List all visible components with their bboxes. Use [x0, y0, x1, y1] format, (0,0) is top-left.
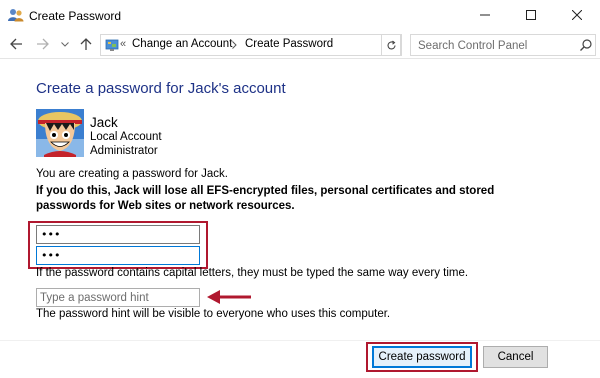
arrow-right-icon: [36, 38, 49, 50]
breadcrumb-separator-icon[interactable]: [232, 38, 237, 52]
close-button[interactable]: [554, 0, 600, 30]
cancel-button[interactable]: Cancel: [483, 346, 548, 368]
search-input[interactable]: [418, 38, 568, 53]
hint-note: The password hint will be visible to eve…: [36, 308, 391, 320]
up-button[interactable]: [79, 37, 93, 51]
title-bar: Create Password: [0, 0, 600, 31]
password-hint-field[interactable]: [36, 288, 200, 307]
recent-locations-button[interactable]: [58, 37, 72, 51]
maximize-icon: [526, 10, 536, 20]
user-name: Jack: [90, 115, 118, 130]
account-role: Administrator: [90, 145, 158, 157]
search-icon[interactable]: [579, 38, 593, 52]
breadcrumb-change-account[interactable]: Change an Account: [132, 38, 232, 50]
users-icon: [8, 9, 24, 22]
forward-button[interactable]: [35, 37, 49, 51]
new-password-field[interactable]: •••: [36, 225, 200, 244]
divider: [0, 340, 600, 341]
pointer-arrow-icon: [207, 290, 251, 304]
address-bar[interactable]: « Change an Account Create Password: [100, 34, 479, 56]
account-type: Local Account: [90, 131, 162, 143]
close-icon: [572, 10, 582, 20]
create-password-button[interactable]: Create password: [372, 346, 472, 368]
back-button[interactable]: [9, 37, 23, 51]
navigation-bar: « Change an Account Create Password: [0, 31, 600, 58]
minimize-icon: [480, 14, 490, 16]
refresh-button[interactable]: [381, 34, 401, 56]
caps-note: If the password contains capital letters…: [36, 267, 469, 279]
avatar: [36, 109, 84, 157]
confirm-password-field[interactable]: •••: [36, 246, 200, 265]
content-area: Create a password for Jack's account Jac…: [0, 58, 600, 378]
chevron-right-icon: [232, 41, 237, 49]
window-title: Create Password: [29, 9, 122, 23]
arrow-left-icon: [9, 38, 22, 50]
breadcrumb-create-password[interactable]: Create Password: [245, 38, 333, 50]
password-hint-input[interactable]: [37, 289, 199, 306]
breadcrumb-overflow[interactable]: «: [120, 38, 126, 50]
chevron-down-icon: [61, 41, 69, 47]
control-panel-icon: [105, 39, 119, 51]
page-title: Create a password for Jack's account: [36, 80, 286, 97]
refresh-icon: [386, 40, 396, 49]
maximize-button[interactable]: [508, 0, 554, 30]
user-picture-icon: [36, 109, 84, 157]
search-box[interactable]: [410, 34, 596, 56]
info-text: You are creating a password for Jack.: [36, 168, 228, 180]
warning-text: If you do this, Jack will lose all EFS-e…: [36, 185, 495, 212]
minimize-button[interactable]: [462, 0, 508, 30]
arrow-up-icon: [80, 37, 92, 50]
